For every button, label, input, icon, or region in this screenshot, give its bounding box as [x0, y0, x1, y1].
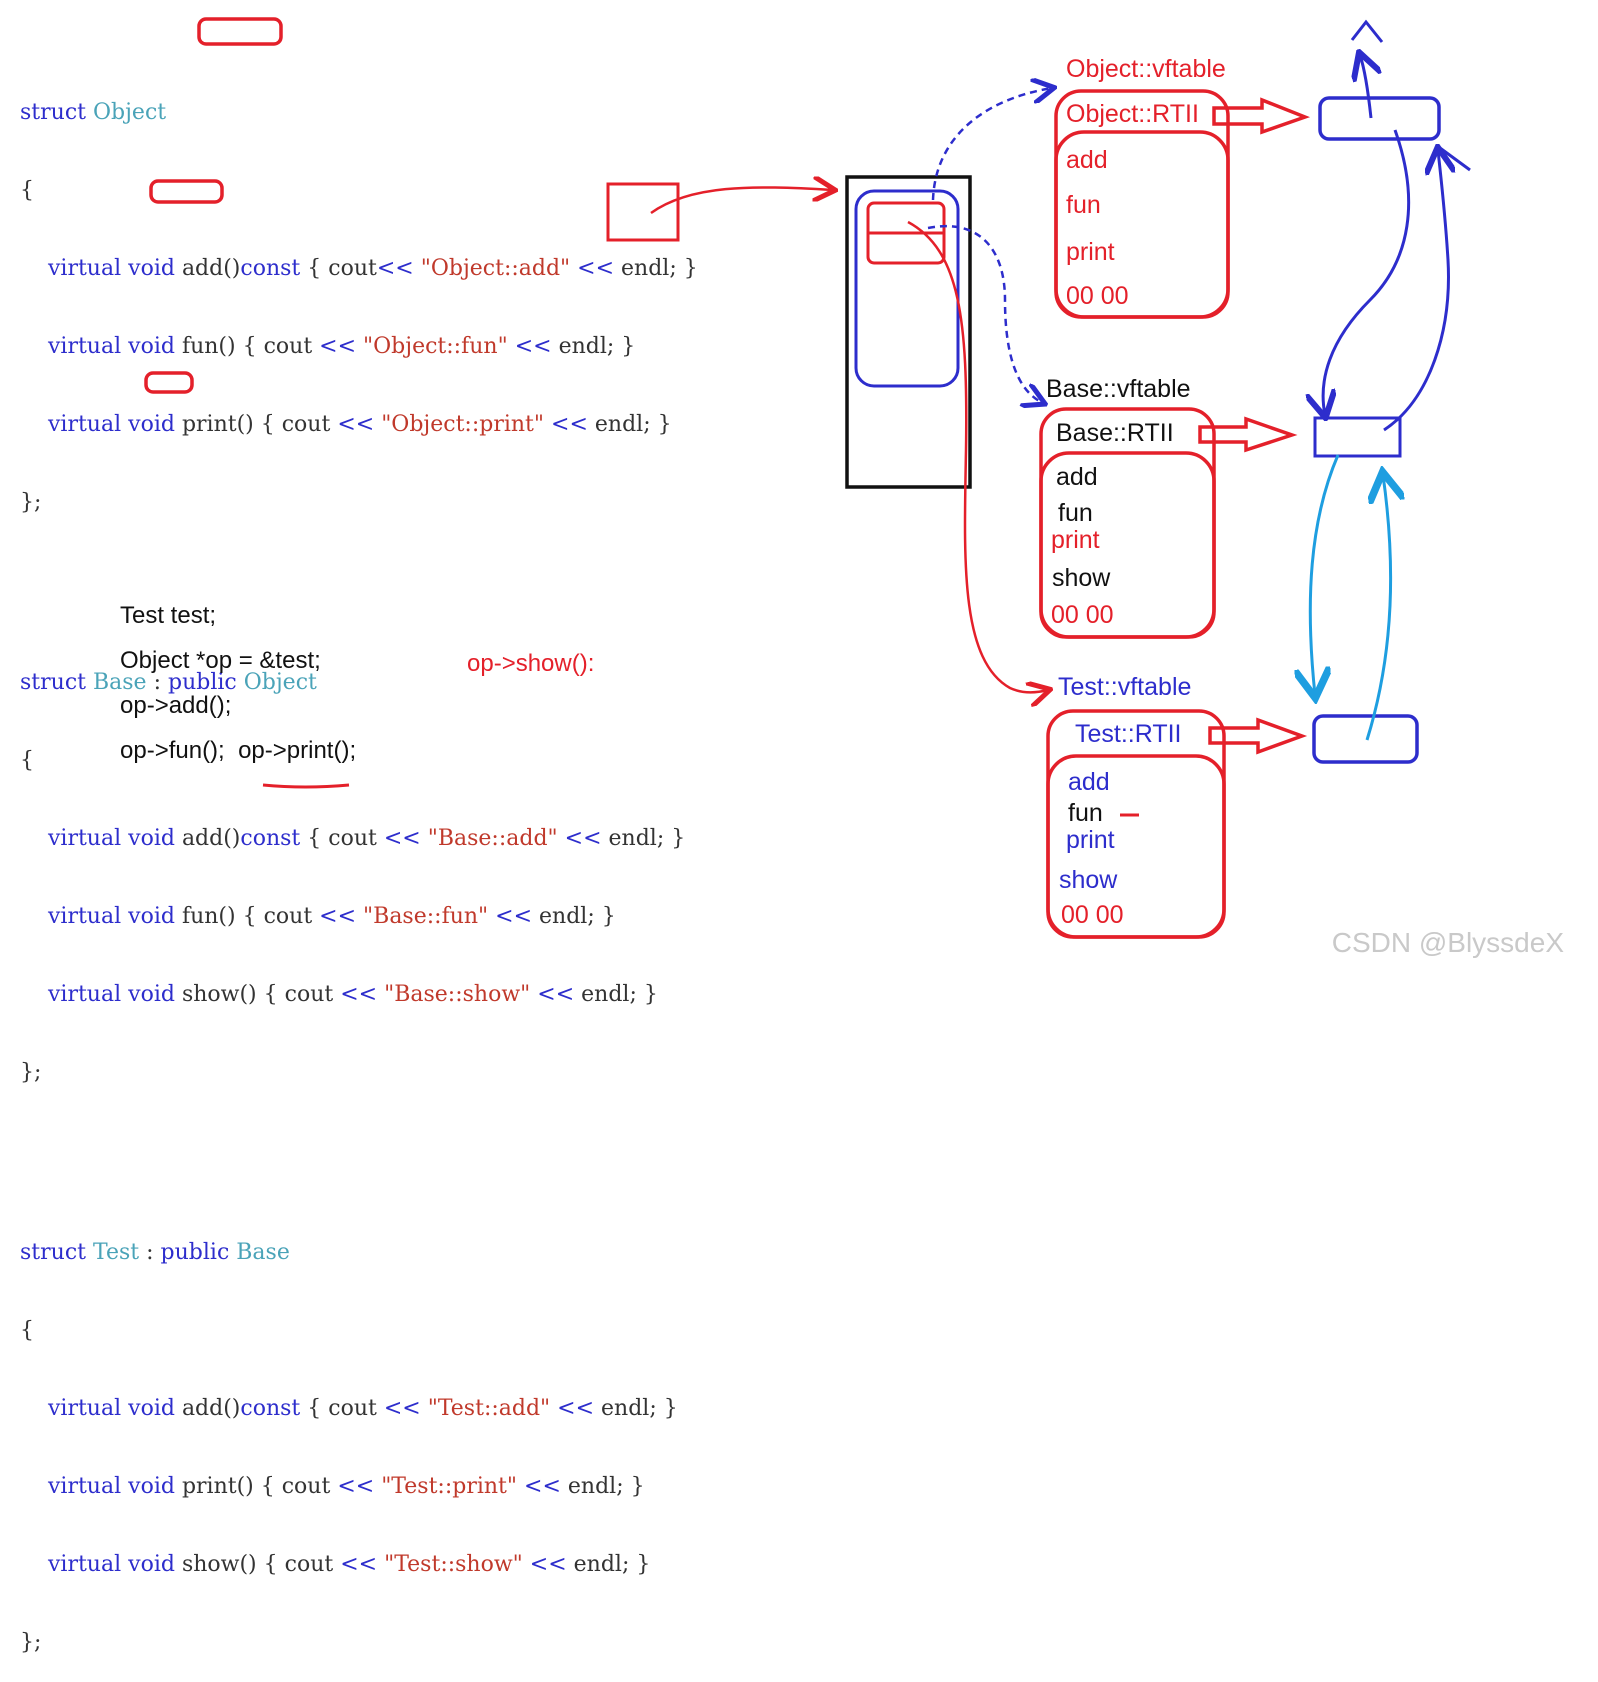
- test-method-print: virtual void print() { cout << "Test::pr…: [47, 1474, 645, 1499]
- highlight-base: [149, 179, 224, 204]
- base-to-object-rtti-arrow: [1323, 129, 1411, 415]
- base-vftable-frame: [1039, 407, 1216, 639]
- watermark: CSDN @BlyssdeX: [1331, 927, 1564, 958]
- test-vftable-entries: [1046, 754, 1226, 939]
- vfptr-to-object-vftable: [931, 88, 1052, 201]
- test-to-base-rtti-arrow: [1367, 475, 1391, 741]
- vfptr-to-test-vftable: [907, 220, 1048, 692]
- object-rtti-box: [1318, 96, 1441, 141]
- test-vftable-frame: [1046, 709, 1226, 939]
- underline-print: [262, 783, 350, 789]
- highlight-test: [144, 371, 194, 394]
- base-to-test-rtti-arrow: [1310, 454, 1340, 695]
- object-vftable-entries: [1054, 130, 1230, 319]
- test-method-show: virtual void show() { cout << "Test::sho…: [47, 1552, 651, 1577]
- diagram-annotations: [144, 17, 1471, 939]
- object-rtti-up-arrow: [1360, 55, 1371, 119]
- test-rtti-box: [1312, 714, 1419, 764]
- test-header: struct Test : public Base: [20, 1240, 290, 1265]
- object-vftable-frame: [1054, 89, 1230, 319]
- test-method-add: virtual void add()const { cout << "Test:…: [47, 1396, 678, 1421]
- base-vftable-entries: [1039, 451, 1216, 639]
- pointer-box: [606, 182, 680, 242]
- base-rtti-box: [1313, 416, 1402, 458]
- highlight-object: [197, 17, 283, 46]
- object-to-base-rtti-arrow: [1383, 150, 1448, 432]
